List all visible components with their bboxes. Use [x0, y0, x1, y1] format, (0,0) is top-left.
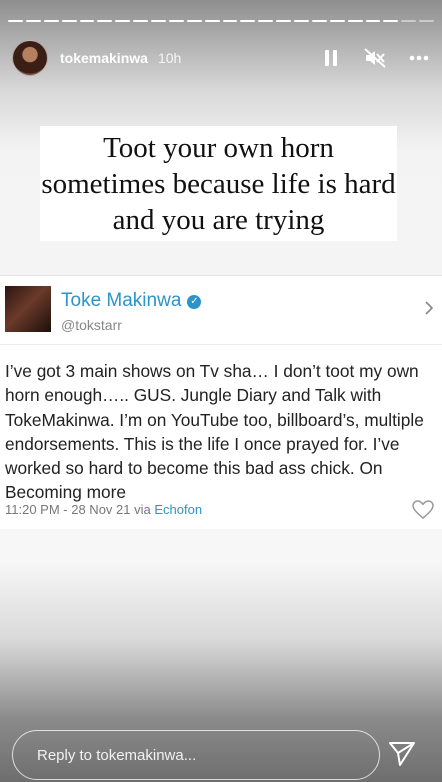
tweet-author-row: Toke Makinwa ✓ [61, 290, 202, 312]
tweet-client-link: Echofon [154, 502, 203, 517]
tweet-meta: 11:20 PM - 28 Nov 21 via Echofon [5, 502, 202, 517]
divider [0, 344, 442, 345]
send-icon[interactable] [388, 741, 416, 772]
story-header: tokemakinwa 10h [12, 40, 430, 76]
progress-segment [168, 20, 184, 22]
reply-placeholder: Reply to tokemakinwa... [37, 746, 197, 764]
pause-icon[interactable] [320, 47, 342, 69]
progress-segment [329, 20, 345, 22]
progress-segment [79, 20, 95, 22]
progress-segment [61, 20, 77, 22]
progress-segment [383, 20, 399, 22]
progress-segment [222, 20, 238, 22]
tweet-timestamp: 11:20 PM - 28 Nov 21 via [5, 502, 155, 517]
progress-segment [133, 20, 148, 22]
tweet-text: I’ve got 3 main shows on Tv sha… I don’t… [5, 361, 424, 503]
story-text-sticker: Toot your own horn sometimes because lif… [40, 126, 397, 241]
verified-badge-icon: ✓ [187, 295, 202, 309]
avatar[interactable] [12, 40, 48, 76]
progress-segment [43, 20, 59, 22]
progress-segment [240, 20, 256, 22]
progress-segment [419, 20, 434, 22]
post-time: 10h [157, 50, 182, 66]
progress-segment [97, 20, 113, 22]
progress-segment [204, 20, 220, 22]
reply-input[interactable]: Reply to tokemakinwa... [12, 730, 380, 780]
progress-segment [365, 20, 381, 22]
progress-segment [115, 20, 131, 22]
tweet-handle: @tokstarr [61, 317, 122, 333]
progress-segment [186, 20, 202, 22]
story-progress-bar [8, 20, 434, 23]
progress-segment [347, 20, 363, 22]
progress-segment [8, 20, 23, 22]
progress-segment [276, 20, 291, 22]
tweet-author-name: Toke Makinwa [61, 290, 182, 311]
progress-segment [311, 20, 327, 22]
more-icon[interactable] [408, 47, 430, 69]
progress-segment [294, 20, 309, 22]
progress-segment [25, 20, 41, 22]
heart-icon [412, 500, 434, 525]
tweet-avatar [5, 286, 51, 332]
username[interactable]: tokemakinwa [60, 50, 148, 66]
progress-segment [151, 20, 166, 22]
mute-icon[interactable] [364, 47, 386, 69]
chevron-right-icon [424, 300, 434, 321]
progress-segment [258, 20, 274, 22]
story-viewer: tokemakinwa 10h Toot your own horn somet… [0, 0, 442, 782]
tweet-screenshot: Toke Makinwa ✓ @tokstarr I’ve got 3 main … [0, 275, 442, 529]
progress-segment [401, 20, 417, 22]
